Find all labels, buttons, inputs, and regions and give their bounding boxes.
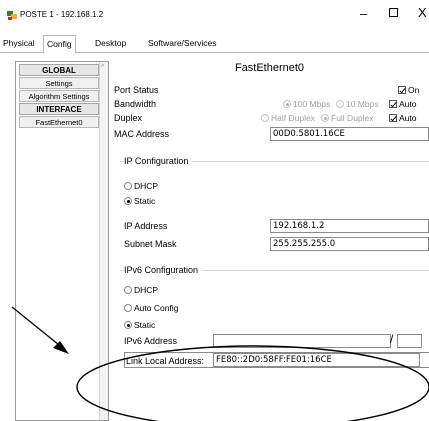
ipv6-config-title: IPv6 Configuration <box>124 265 203 275</box>
radio-icon <box>124 304 132 312</box>
bandwidth-10-radio[interactable]: 10 Mbps <box>336 99 379 109</box>
link-local-label: Link Local Address: <box>126 356 205 366</box>
ipv6-dhcp-radio[interactable]: DHCP <box>124 285 158 295</box>
sidebar: GLOBAL Settings Algorithm Settings INTER… <box>15 61 109 421</box>
app-icon <box>7 11 17 20</box>
bandwidth-100-radio[interactable]: 100 Mbps <box>283 99 330 109</box>
ip-address-field[interactable]: 192.168.1.2 <box>270 219 429 233</box>
ip-static-label: Static <box>134 196 156 206</box>
window-title: POSTE 1 - 192.168.1.2 <box>20 10 104 19</box>
checkbox-checked-icon <box>398 86 406 94</box>
duplex-half-radio[interactable]: Half Duplex <box>261 113 315 123</box>
bandwidth-10-label: 10 Mbps <box>346 99 379 109</box>
link-local-address-field[interactable]: FE80::2D0:58FF:FE01:16CE <box>213 353 420 367</box>
radio-icon <box>124 286 132 294</box>
tab-desktop[interactable]: Desktop <box>92 35 129 53</box>
close-icon[interactable]: X <box>418 5 427 20</box>
ipv6-prefix-field[interactable] <box>397 334 422 348</box>
tab-physical[interactable]: Physical <box>0 35 38 53</box>
ip-static-radio[interactable]: Static <box>124 196 155 206</box>
radio-icon <box>124 182 132 190</box>
prefix-separator: / <box>390 332 394 346</box>
sidebar-item-algorithm-settings[interactable]: Algorithm Settings <box>19 90 99 102</box>
tab-config[interactable]: Config <box>43 35 76 54</box>
ipv6-static-radio[interactable]: Static <box>124 320 155 330</box>
duplex-full-label: Full Duplex <box>331 113 374 123</box>
port-status-label: Port Status <box>114 85 159 95</box>
radio-selected-icon <box>124 321 132 329</box>
scroll-up-icon[interactable]: ^ <box>101 64 104 71</box>
duplex-label: Duplex <box>114 113 143 123</box>
duplex-full-radio[interactable]: Full Duplex <box>321 113 374 123</box>
ipv6-auto-config-label: Auto Config <box>134 303 179 313</box>
radio-icon <box>261 114 269 122</box>
ip-dhcp-label: DHCP <box>134 181 159 191</box>
mac-address-field[interactable]: 00D0.5801.16CE <box>270 127 429 141</box>
checkbox-checked-icon <box>389 100 397 108</box>
bandwidth-auto-label: Auto <box>399 99 417 109</box>
radio-icon <box>336 100 344 108</box>
ipv6-static-label: Static <box>134 320 156 330</box>
ipv6-address-field[interactable] <box>213 334 391 348</box>
interface-panel: FastEthernet0 Port Status On Bandwidth 1… <box>110 61 429 421</box>
bandwidth-label: Bandwidth <box>114 99 157 109</box>
title-bar: POSTE 1 - 192.168.1.2 – X <box>0 0 429 30</box>
sidebar-list: GLOBAL Settings Algorithm Settings INTER… <box>17 63 101 129</box>
subnet-mask-field[interactable]: 255.255.255.0 <box>270 237 429 251</box>
maximize-icon[interactable] <box>389 8 398 17</box>
sidebar-header-interface: INTERFACE <box>19 103 99 115</box>
sidebar-header-global: GLOBAL <box>19 64 99 76</box>
tab-software-services[interactable]: Software/Services <box>145 35 220 53</box>
bandwidth-auto-checkbox[interactable]: Auto <box>389 99 417 109</box>
duplex-half-label: Half Duplex <box>271 113 315 123</box>
port-status-on-checkbox[interactable]: On <box>398 85 419 95</box>
ipv6-dhcp-label: DHCP <box>134 285 159 295</box>
duplex-auto-label: Auto <box>399 113 417 123</box>
radio-selected-icon <box>283 100 291 108</box>
ip-dhcp-radio[interactable]: DHCP <box>124 181 158 191</box>
sidebar-item-settings[interactable]: Settings <box>19 77 99 89</box>
sidebar-scrollbar[interactable]: ^ <box>99 62 108 420</box>
minimize-icon[interactable]: – <box>360 6 367 21</box>
checkbox-checked-icon <box>389 114 397 122</box>
ip-address-label: IP Address <box>124 221 168 231</box>
ip-config-title: IP Configuration <box>124 156 193 166</box>
subnet-mask-label: Subnet Mask <box>124 239 177 249</box>
bandwidth-100-label: 100 Mbps <box>293 99 331 109</box>
tab-bar: Physical Config Desktop Software/Service… <box>0 35 429 54</box>
ipv6-address-label: IPv6 Address <box>124 336 178 346</box>
sidebar-item-fastethernet0[interactable]: FastEthernet0 <box>19 116 99 128</box>
port-status-on-label: On <box>408 85 420 95</box>
radio-selected-icon <box>124 197 132 205</box>
ipv6-auto-config-radio[interactable]: Auto Config <box>124 303 178 313</box>
mac-address-label: MAC Address <box>114 129 170 139</box>
interface-title: FastEthernet0 <box>234 62 305 74</box>
duplex-auto-checkbox[interactable]: Auto <box>389 113 417 123</box>
radio-selected-icon <box>321 114 329 122</box>
